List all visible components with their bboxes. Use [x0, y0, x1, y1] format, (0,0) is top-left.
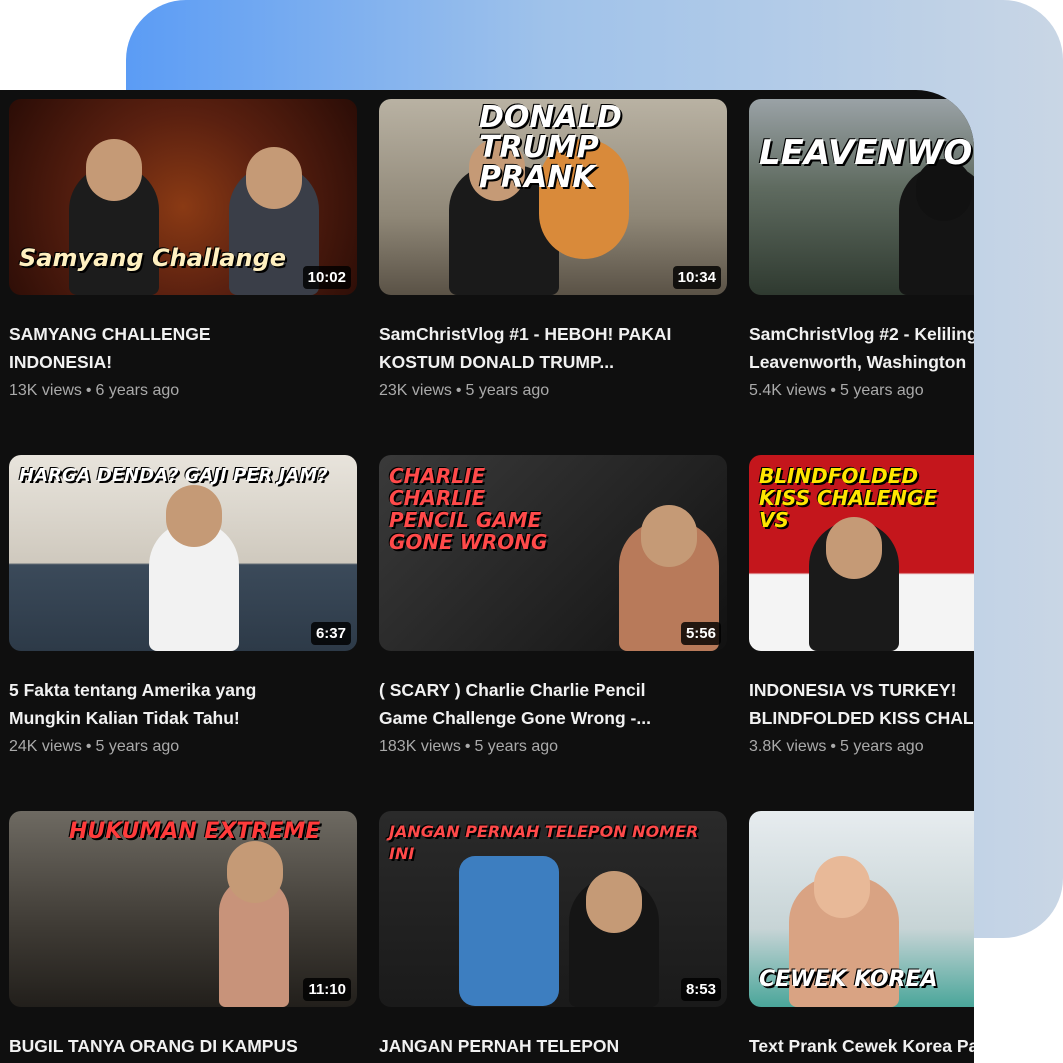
upload-age: 5 years ago — [839, 738, 924, 755]
person-head — [586, 871, 642, 933]
video-title[interactable]: BUGIL TANYA ORANG DI KAMPUS AMERIKA! ( P… — [9, 1032, 349, 1063]
video-thumbnail[interactable]: DONALD TRUMP PRANK 10:34 — [379, 99, 727, 295]
video-title[interactable]: Text Prank Cewek Korea Pakai Lagu ( EdSh… — [749, 1032, 974, 1063]
duration-badge: 10:34 — [672, 266, 721, 289]
video-meta: 183K views • 5 years ago — [379, 738, 558, 756]
video-title[interactable]: SamChristVlog #2 - Keliling Leavenworth,… — [749, 320, 974, 376]
thumbnail-caption: HUKUMAN EXTREME — [69, 819, 321, 844]
video-meta: 24K views • 5 years ago — [9, 738, 179, 756]
video-thumbnail[interactable]: HARGA DENDA? GAJI PER JAM? 6:37 — [9, 455, 357, 651]
video-grid: Samyang Challange 10:02 SAMYANG CHALLENG… — [0, 90, 974, 1063]
duration-badge: 5:56 — [680, 622, 721, 645]
thumbnail-caption: HARGA DENDA? GAJI PER JAM? — [19, 465, 328, 486]
thumbnail-caption: CEWEK KOREA — [759, 967, 938, 992]
video-thumbnail[interactable]: CHARLIE CHARLIE PENCIL GAME GONE WRONG 5… — [379, 455, 727, 651]
video-meta: 5.4K views • 5 years ago — [749, 382, 924, 400]
thumbnail-caption: LEAVENWO — [759, 133, 973, 173]
view-count: 13K views — [9, 382, 82, 399]
video-title[interactable]: SamChristVlog #1 - HEBOH! PAKAI KOSTUM D… — [379, 320, 719, 376]
duration-badge: 8:53 — [680, 978, 721, 1001]
video-thumbnail[interactable]: BLINDFOLDED KISS CHALENGE VS — [749, 455, 974, 651]
view-count: 3.8K views — [749, 738, 827, 755]
person-head — [86, 139, 142, 201]
video-thumbnail[interactable]: HUKUMAN EXTREME 11:10 — [9, 811, 357, 1007]
video-meta: 23K views • 5 years ago — [379, 382, 549, 400]
upload-age: 6 years ago — [95, 382, 180, 399]
video-meta: 13K views • 6 years ago — [9, 382, 179, 400]
thumbnail-caption: CHARLIE CHARLIE PENCIL GAME GONE WRONG — [389, 464, 548, 554]
separator-dot: • — [455, 382, 462, 399]
video-thumbnail[interactable]: JANGAN PERNAH TELEPON NOMER INI 8:53 — [379, 811, 727, 1007]
person-head — [246, 147, 302, 209]
duration-badge: 10:02 — [302, 266, 351, 289]
thumbnail-caption: JANGAN PERNAH TELEPON NOMER INI — [389, 822, 699, 863]
thumbnail-caption: BLINDFOLDED KISS CHALENGE VS — [759, 464, 938, 532]
thumbnail-caption: Samyang Challange — [19, 244, 287, 272]
view-count: 23K views — [379, 382, 452, 399]
person-head — [227, 841, 283, 903]
video-title[interactable]: 5 Fakta tentang Amerika yang Mungkin Kal… — [9, 676, 349, 732]
separator-dot: • — [464, 738, 471, 755]
person-head — [166, 485, 222, 547]
upload-age: 5 years ago — [465, 382, 550, 399]
separator-dot: • — [85, 382, 92, 399]
thumbnail-caption: DONALD TRUMP PRANK — [479, 100, 622, 195]
video-title[interactable]: SAMYANG CHALLENGE INDONESIA! — [9, 320, 349, 376]
upload-age: 5 years ago — [839, 382, 924, 399]
duration-badge: 6:37 — [310, 622, 351, 645]
separator-dot: • — [830, 382, 836, 399]
video-meta: 3.8K views • 5 years ago — [749, 738, 924, 756]
separator-dot: • — [830, 738, 836, 755]
video-title[interactable]: JANGAN PERNAH TELEPON NOMER INI! - GONE … — [379, 1032, 719, 1063]
view-count: 183K views — [379, 738, 461, 755]
separator-dot: • — [85, 738, 92, 755]
video-thumbnail[interactable]: Samyang Challange 10:02 — [9, 99, 357, 295]
video-thumbnail[interactable]: LEAVENWO — [749, 99, 974, 295]
view-count: 5.4K views — [749, 382, 827, 399]
view-count: 24K views — [9, 738, 82, 755]
video-title[interactable]: ( SCARY ) Charlie Charlie Pencil Game Ch… — [379, 676, 719, 732]
person-head — [641, 505, 697, 567]
video-thumbnail[interactable]: CEWEK KOREA — [749, 811, 974, 1007]
upload-age: 5 years ago — [95, 738, 180, 755]
phone-icon — [459, 856, 559, 1006]
upload-age: 5 years ago — [474, 738, 559, 755]
video-title[interactable]: INDONESIA VS TURKEY! BLINDFOLDED KISS CH… — [749, 676, 974, 732]
duration-badge: 11:10 — [303, 978, 351, 1001]
person-head — [814, 856, 870, 918]
